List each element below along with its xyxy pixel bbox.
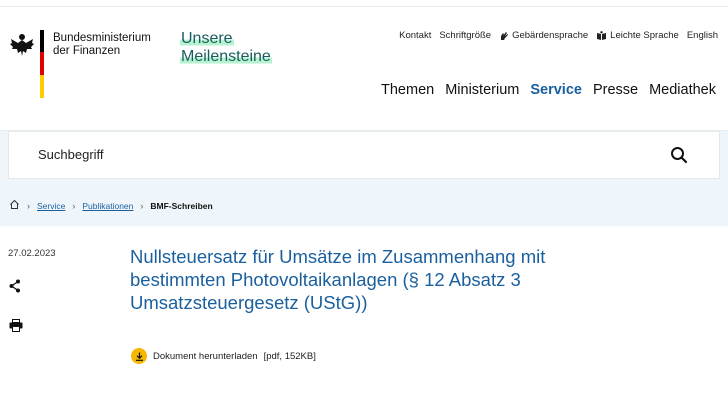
- chevron-right-icon: ›: [27, 200, 30, 211]
- publication-date: 27.02.2023: [8, 248, 56, 259]
- ministry-name[interactable]: Bundesministerium der Finanzen: [53, 32, 151, 58]
- breadcrumb-current: BMF-Schreiben: [150, 200, 213, 211]
- breadcrumb-publikationen[interactable]: Publikationen: [82, 201, 133, 211]
- campaign-line2: Meilensteine: [180, 48, 272, 65]
- page-title: Nullsteuersatz für Umsätze im Zusammenha…: [130, 246, 546, 313]
- sign-language-link[interactable]: Gebärdensprache: [499, 30, 588, 41]
- home-icon[interactable]: [9, 199, 20, 212]
- breadcrumb: › Service › Publikationen › BMF-Schreibe…: [9, 199, 213, 212]
- ministry-name-line2: der Finanzen: [53, 45, 121, 57]
- print-icon[interactable]: [9, 319, 23, 337]
- nav-presse[interactable]: Presse: [593, 82, 638, 98]
- ministry-name-line1: Bundesministerium: [53, 32, 151, 44]
- easy-language-label: Leichte Sprache: [610, 30, 679, 41]
- top-divider: [0, 0, 728, 7]
- download-meta: [pdf, 152KB]: [263, 350, 316, 362]
- search-input[interactable]: [8, 131, 720, 179]
- download-label: Dokument herunterladen: [153, 350, 258, 362]
- nav-service[interactable]: Service: [530, 82, 582, 98]
- share-icon[interactable]: [9, 279, 21, 298]
- chevron-right-icon: ›: [140, 200, 144, 211]
- sign-language-label: Gebärdensprache: [512, 30, 589, 41]
- easy-language-icon: [597, 30, 607, 40]
- search-placeholder: Suchbegriff: [38, 147, 104, 162]
- utility-nav: Kontakt Schriftgröße Gebärdensprache Lei…: [399, 30, 718, 41]
- english-link[interactable]: English: [687, 30, 718, 41]
- search-icon[interactable]: [670, 146, 688, 169]
- easy-language-link[interactable]: Leichte Sprache: [596, 30, 679, 41]
- main-nav: Themen Ministerium Service Presse Mediat…: [381, 82, 716, 98]
- eagle-logo-icon[interactable]: [9, 32, 35, 63]
- german-flag-bar: [40, 30, 44, 98]
- chevron-right-icon: ›: [72, 200, 76, 211]
- nav-themen[interactable]: Themen: [381, 82, 434, 98]
- breadcrumb-service[interactable]: Service: [37, 201, 65, 211]
- nav-mediathek[interactable]: Mediathek: [649, 82, 716, 98]
- campaign-link[interactable]: Unsere Meilensteine: [180, 30, 272, 66]
- download-link[interactable]: Dokument herunterladen [pdf, 152KB]: [131, 348, 316, 364]
- sign-language-icon: [501, 31, 509, 40]
- nav-ministerium[interactable]: Ministerium: [445, 82, 519, 98]
- contact-link[interactable]: Kontakt: [399, 30, 431, 41]
- download-icon: [131, 348, 147, 364]
- font-size-link[interactable]: Schriftgröße: [439, 30, 491, 41]
- campaign-line1: Unsere: [180, 30, 234, 47]
